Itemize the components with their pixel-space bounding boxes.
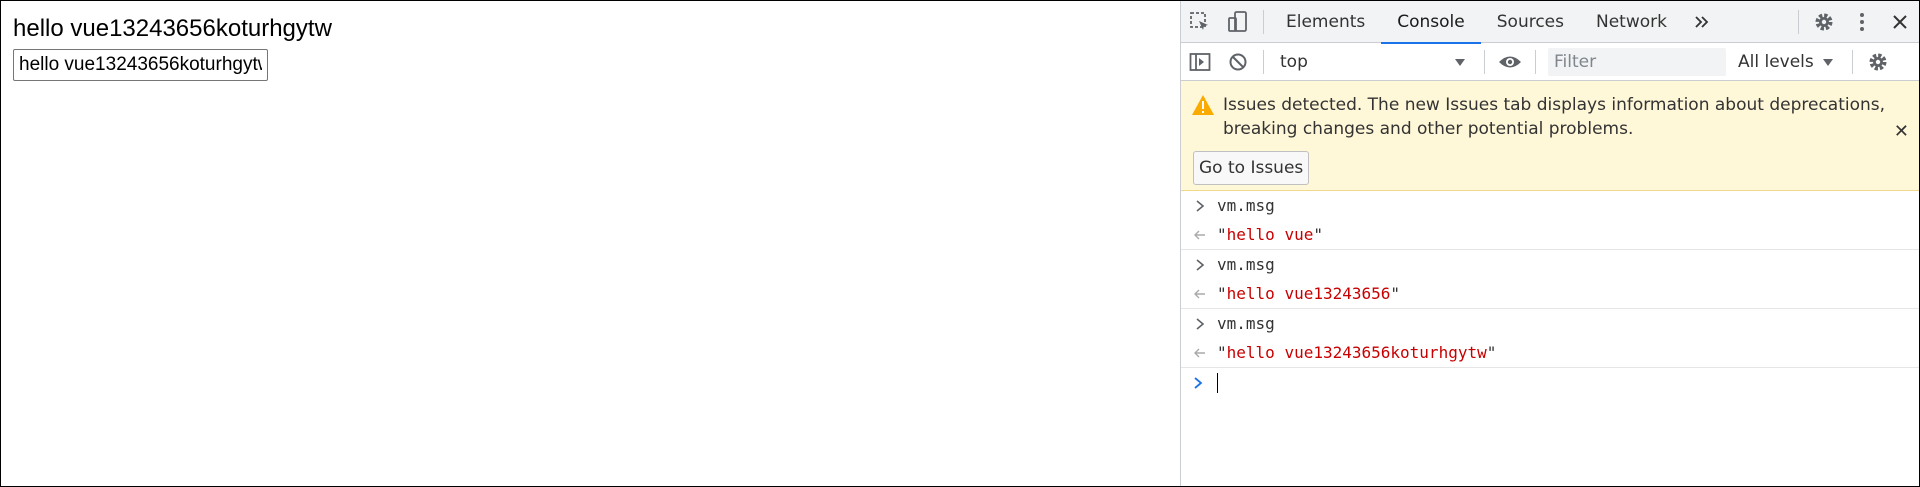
console-entry: vm.msg "hello vue13243656koturhgytw" <box>1181 309 1919 368</box>
chevron-right-icon <box>1193 199 1207 212</box>
console-command: vm.msg <box>1217 196 1275 215</box>
toolbar-divider <box>1798 9 1799 34</box>
execution-context-select[interactable]: top <box>1270 43 1478 81</box>
more-options-icon[interactable] <box>1843 1 1881 43</box>
toolbar-divider <box>1535 49 1536 74</box>
warning-icon <box>1192 95 1214 115</box>
console-filter-input[interactable]: Filter <box>1548 47 1726 76</box>
tab-network[interactable]: Network <box>1580 1 1683 43</box>
console-input-line: vm.msg <box>1181 250 1919 279</box>
execution-context-value: top <box>1280 51 1308 72</box>
result-arrow-icon <box>1193 348 1207 358</box>
log-levels-dropdown[interactable]: All levels <box>1726 43 1846 81</box>
show-sidebar-icon[interactable] <box>1181 41 1219 83</box>
log-levels-label: All levels <box>1738 51 1814 72</box>
console-result-string[interactable]: hello vue13243656 <box>1227 284 1391 303</box>
page-heading: hello vue13243656koturhgytw <box>13 15 332 42</box>
console-entry: vm.msg "hello vue13243656" <box>1181 250 1919 309</box>
dropdown-arrow-icon <box>1455 58 1465 66</box>
console-settings-gear-icon[interactable] <box>1859 41 1897 83</box>
close-icon[interactable]: ✕ <box>1894 121 1909 142</box>
text-caret <box>1217 373 1218 393</box>
result-arrow-icon <box>1193 230 1207 240</box>
console-output: vm.msg "hello vue" vm.msg "hello vue1324… <box>1181 191 1919 398</box>
filter-placeholder: Filter <box>1554 51 1597 72</box>
device-toolbar-icon[interactable] <box>1219 1 1257 43</box>
inspect-element-icon[interactable] <box>1181 1 1219 43</box>
console-result-string[interactable]: hello vue13243656koturhgytw <box>1227 343 1487 362</box>
tab-console[interactable]: Console <box>1381 1 1481 44</box>
prompt-chevron-icon <box>1193 374 1203 393</box>
live-expression-eye-icon[interactable] <box>1491 41 1529 83</box>
console-command: vm.msg <box>1217 314 1275 333</box>
console-command: vm.msg <box>1217 255 1275 274</box>
console-input-line: vm.msg <box>1181 309 1919 338</box>
more-tabs-icon[interactable] <box>1683 1 1721 43</box>
console-prompt-input[interactable] <box>1181 368 1919 398</box>
console-entry: vm.msg "hello vue" <box>1181 191 1919 250</box>
tab-elements[interactable]: Elements <box>1270 1 1381 43</box>
clear-console-icon[interactable] <box>1219 41 1257 83</box>
devtools-panel: Elements Console Sources Network top Fil… <box>1180 1 1919 486</box>
page-viewport: hello vue13243656koturhgytw <box>1 1 1180 486</box>
console-result-line: "hello vue13243656" <box>1181 279 1919 308</box>
result-arrow-icon <box>1193 289 1207 299</box>
go-to-issues-button[interactable]: Go to Issues <box>1193 151 1310 185</box>
console-result-string[interactable]: hello vue <box>1227 225 1314 244</box>
settings-gear-icon[interactable] <box>1805 1 1843 43</box>
tab-sources[interactable]: Sources <box>1481 1 1580 43</box>
toolbar-divider <box>1484 49 1485 74</box>
console-input-line: vm.msg <box>1181 191 1919 220</box>
devtools-main-toolbar: Elements Console Sources Network <box>1181 1 1919 44</box>
dropdown-arrow-icon <box>1822 58 1833 66</box>
issues-message: Issues detected. The new Issues tab disp… <box>1223 95 1886 139</box>
console-result-line: "hello vue" <box>1181 220 1919 249</box>
toolbar-divider <box>1263 9 1264 34</box>
chevron-right-icon <box>1193 317 1207 330</box>
chevron-right-icon <box>1193 258 1207 271</box>
console-filter-bar: top Filter All levels <box>1181 43 1919 81</box>
message-input[interactable] <box>13 49 268 81</box>
toolbar-divider <box>1851 49 1853 74</box>
toolbar-divider <box>1263 49 1264 74</box>
console-result-line: "hello vue13243656koturhgytw" <box>1181 338 1919 367</box>
issues-banner: Issues detected. The new Issues tab disp… <box>1181 81 1919 191</box>
close-devtools-icon[interactable] <box>1881 1 1919 43</box>
